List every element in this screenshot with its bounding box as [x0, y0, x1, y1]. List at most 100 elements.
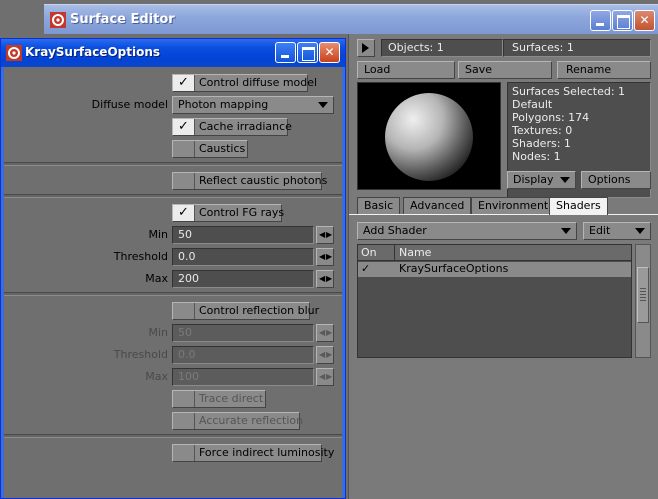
- blur-max-input[interactable]: 100: [172, 368, 314, 386]
- chevron-down-icon: [560, 177, 570, 183]
- minimize-icon: [276, 43, 295, 62]
- surfaces-count: Surfaces: 1: [503, 39, 651, 57]
- control-diffuse-model-checkbox[interactable]: ✓ Control diffuse model: [172, 74, 317, 92]
- options-button[interactable]: Options: [581, 171, 651, 189]
- arrow-right-icon: ▶: [326, 350, 333, 359]
- shader-enabled-check[interactable]: ✓: [361, 262, 370, 276]
- tab-underline: [349, 214, 658, 215]
- column-name: Name: [399, 246, 432, 259]
- control-fg-rays-checkbox[interactable]: ✓ Control FG rays: [172, 204, 284, 222]
- accurate-reflection-checkbox[interactable]: Accurate reflection: [172, 412, 303, 430]
- blur-threshold-input[interactable]: 0.0: [172, 346, 314, 364]
- kray-title: KraySurfaceOptions: [25, 45, 161, 59]
- chevron-down-icon: [318, 102, 328, 108]
- arrow-right-icon: ▶: [326, 372, 333, 381]
- add-shader-dropdown[interactable]: Add Shader: [357, 222, 577, 240]
- force-indirect-luminosity-checkbox[interactable]: Force indirect luminosity: [172, 444, 334, 462]
- blur-max-stepper[interactable]: ◀ ▶: [316, 368, 334, 386]
- minimize-icon: [591, 11, 610, 30]
- diffuse-model-dropdown[interactable]: Photon mapping: [172, 96, 334, 114]
- rename-button[interactable]: Rename: [557, 61, 651, 79]
- load-button[interactable]: Load: [357, 61, 455, 79]
- chevron-down-icon: [635, 228, 645, 234]
- display-dropdown[interactable]: Display: [507, 171, 576, 189]
- close-icon: ✕: [639, 13, 650, 27]
- maximize-icon: [298, 43, 317, 62]
- edit-dropdown[interactable]: Edit: [583, 222, 651, 240]
- expand-toggle-button[interactable]: [357, 39, 375, 57]
- play-arrow-icon: [362, 43, 369, 53]
- fg-threshold-input[interactable]: 0.0: [172, 248, 314, 266]
- surface-editor-maximize-button[interactable]: [612, 10, 633, 31]
- maximize-icon: [613, 11, 632, 30]
- surface-preview[interactable]: [357, 82, 501, 190]
- arrow-right-icon: ▶: [326, 230, 333, 239]
- surface-editor-title: Surface Editor: [70, 12, 175, 27]
- trace-direct-checkbox[interactable]: Trace direct: [172, 390, 266, 408]
- shader-row[interactable]: ✓ KraySurfaceOptions: [358, 262, 631, 277]
- surface-editor-titlebar[interactable]: Surface Editor ✕: [44, 4, 658, 34]
- preview-sphere: [358, 83, 500, 189]
- fg-threshold-label: Threshold: [113, 250, 168, 263]
- reflect-caustic-photons-checkbox[interactable]: Reflect caustic photons: [172, 172, 327, 190]
- column-divider: [394, 245, 395, 260]
- kray-titlebar[interactable]: KraySurfaceOptions ✕: [1, 39, 345, 67]
- kray-maximize-button[interactable]: [297, 42, 318, 63]
- checkmark-icon: ✓: [178, 119, 189, 134]
- arrow-left-icon: ◀: [319, 252, 326, 261]
- arrow-right-icon: ▶: [326, 328, 333, 337]
- tab-basic[interactable]: Basic: [357, 197, 401, 214]
- kray-surface-options-window: KraySurfaceOptions ✕ ✓ Control diffuse m…: [0, 38, 346, 499]
- blur-max-label: Max: [145, 370, 168, 383]
- column-on: On: [361, 246, 377, 259]
- blur-min-input[interactable]: 50: [172, 324, 314, 342]
- arrow-right-icon: ▶: [326, 252, 333, 261]
- control-reflection-blur-checkbox[interactable]: Control reflection blur: [172, 302, 319, 320]
- diffuse-model-label: Diffuse model: [91, 98, 168, 111]
- tab-shaders[interactable]: Shaders: [549, 197, 608, 215]
- section-divider: [4, 292, 342, 296]
- surface-editor-minimize-button[interactable]: [590, 10, 611, 31]
- scrollbar-thumb[interactable]: [637, 267, 649, 323]
- section-divider: [4, 162, 342, 166]
- arrow-left-icon: ◀: [319, 350, 326, 359]
- caustics-checkbox[interactable]: Caustics: [172, 140, 248, 158]
- cache-irradiance-checkbox[interactable]: ✓ Cache irradiance: [172, 118, 292, 136]
- kray-close-button[interactable]: ✕: [319, 42, 340, 63]
- close-icon: ✕: [324, 45, 335, 59]
- fg-min-input[interactable]: 50: [172, 226, 314, 244]
- arrow-right-icon: ▶: [326, 274, 333, 283]
- fg-min-stepper[interactable]: ◀ ▶: [316, 226, 334, 244]
- shader-list[interactable]: On Name ✓ KraySurfaceOptions: [357, 244, 632, 358]
- tab-environment[interactable]: Environment: [471, 197, 556, 214]
- arrow-left-icon: ◀: [319, 328, 326, 337]
- blur-min-stepper[interactable]: ◀ ▶: [316, 324, 334, 342]
- shader-name: KraySurfaceOptions: [399, 262, 509, 275]
- kray-client-area: ✓ Control diffuse model Diffuse model Ph…: [4, 67, 342, 498]
- kray-minimize-button[interactable]: [275, 42, 296, 63]
- save-button[interactable]: Save: [458, 61, 552, 79]
- shader-list-header: On Name: [358, 245, 631, 261]
- objects-count: Objects: 1: [381, 39, 503, 57]
- fg-threshold-stepper[interactable]: ◀ ▶: [316, 248, 334, 266]
- blur-min-label: Min: [148, 326, 168, 339]
- fg-max-input[interactable]: 200: [172, 270, 314, 288]
- lightwave-icon: [6, 45, 22, 61]
- fg-max-stepper[interactable]: ◀ ▶: [316, 270, 334, 288]
- surface-editor-body: Objects: 1 Surfaces: 1 Load Save Rename …: [348, 34, 658, 499]
- fg-max-label: Max: [145, 272, 168, 285]
- section-divider: [4, 434, 342, 438]
- checkmark-icon: ✓: [178, 75, 189, 90]
- arrow-left-icon: ◀: [319, 372, 326, 381]
- section-divider: [4, 194, 342, 198]
- checkmark-icon: ✓: [178, 205, 189, 220]
- fg-min-label: Min: [148, 228, 168, 241]
- lightwave-icon: [50, 12, 66, 28]
- tab-advanced[interactable]: Advanced: [403, 197, 472, 214]
- shader-list-scrollbar[interactable]: [635, 244, 651, 358]
- surface-editor-close-button[interactable]: ✕: [634, 10, 655, 31]
- blur-threshold-stepper[interactable]: ◀ ▶: [316, 346, 334, 364]
- arrow-left-icon: ◀: [319, 274, 326, 283]
- chevron-down-icon: [561, 228, 571, 234]
- grip-icon: [640, 288, 646, 289]
